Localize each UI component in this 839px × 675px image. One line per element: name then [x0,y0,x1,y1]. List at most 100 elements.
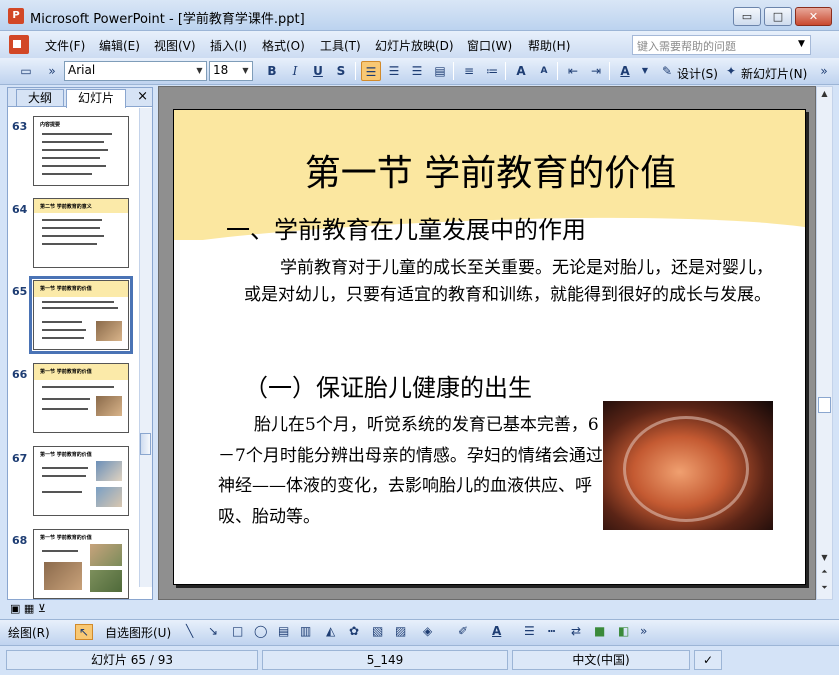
line-style-icon[interactable]: ☰ [524,624,535,638]
chevron-down-icon[interactable]: ▼ [635,61,655,81]
insert-picture-icon[interactable]: ▨ [395,624,406,638]
normal-view-icon[interactable]: ▣ [10,602,20,615]
bold-button[interactable]: B [262,61,282,81]
new-slide-button[interactable]: 新幻灯片(N) [741,65,807,82]
menu-view[interactable]: 视图(V) [154,37,196,54]
maximize-button[interactable]: □ [764,7,792,26]
shadow-style-icon[interactable]: ■ [594,624,605,638]
slide-thumbnail-68[interactable]: 第一节 学前教育的价值 [33,529,129,599]
thumbnail-text [42,219,102,221]
line-icon[interactable]: ╲ [186,624,193,638]
clipart-icon[interactable]: ✿ [349,624,359,638]
3d-style-icon[interactable]: ◧ [618,624,629,638]
justify-icon[interactable]: ▤ [430,61,450,81]
decrease-font-icon[interactable]: A [534,61,554,81]
toolbar-separator [505,62,506,80]
toolbar-options-icon[interactable]: » [42,61,62,81]
slide-subtitle[interactable]: 一、学前教育在儿童发展中的作用 [226,210,586,245]
scroll-down-icon[interactable]: ▼ [817,551,832,565]
thumbnail-scrollbar[interactable] [139,108,152,587]
spelling-check-icon[interactable]: ✓ [694,650,722,670]
help-dropdown-icon[interactable]: ▼ [798,39,805,49]
oval-icon[interactable]: ◯ [254,624,267,638]
font-name-select[interactable]: Arial ▼ [64,61,207,81]
menu-slideshow[interactable]: 幻灯片放映(D) [375,37,454,54]
fetus-image[interactable] [603,401,773,530]
minimize-button[interactable]: ▭ [733,7,761,26]
document-icon[interactable] [9,35,29,54]
align-center-icon[interactable]: ☰ [384,61,404,81]
shadow-button[interactable]: S [331,61,351,81]
decrease-indent-icon[interactable]: ⇤ [563,61,583,81]
toolbar-separator [453,62,454,80]
toolbar-separator [355,62,356,80]
toolbar-options-icon[interactable]: » [640,624,647,638]
textbox-icon[interactable]: ▤ [278,624,289,638]
dash-style-icon[interactable]: ┅ [548,624,555,638]
fill-color-icon[interactable]: ◈ [423,624,432,638]
wordart-icon[interactable]: ▥ [300,624,311,638]
previous-slide-icon[interactable]: ⏶ [817,565,832,579]
slide-thumbnail-66[interactable]: 第一节 学前教育的价值 [33,363,129,433]
slides-panel: 大纲 幻灯片 × 63 内容提要 64 第二节 学前教育的意义 65 第一节 学… [7,87,153,600]
picture-icon[interactable]: ▧ [372,624,383,638]
menu-format[interactable]: 格式(O) [262,37,305,54]
menu-insert[interactable]: 插入(I) [210,37,247,54]
arrow-style-icon[interactable]: ⇄ [571,624,581,638]
arrow-icon[interactable]: ↘ [208,624,218,638]
help-search-input[interactable]: 键入需要帮助的问题 [632,35,811,55]
menu-tools[interactable]: 工具(T) [320,37,361,54]
menu-help[interactable]: 帮助(H) [528,37,570,54]
rectangle-icon[interactable]: □ [232,624,243,638]
font-size-select[interactable]: 18 ▼ [209,61,253,81]
slide-number: 66 [12,368,28,381]
next-slide-icon[interactable]: ⏷ [817,581,832,595]
slide-thumbnail-63[interactable]: 内容提要 [33,116,129,186]
autoshapes-button[interactable]: 自选图形(U) [105,624,171,641]
menu-file[interactable]: 文件(F) [45,37,85,54]
font-color-icon[interactable]: A [492,624,501,638]
toolbar-options-icon[interactable]: » [814,61,834,81]
numbering-icon[interactable]: ≡ [459,61,479,81]
draw-menu-button[interactable]: 绘图(R) [8,624,50,641]
tab-outline[interactable]: 大纲 [16,89,64,107]
current-slide[interactable]: 第一节 学前教育的价值 一、学前教育在儿童发展中的作用 学前教育对于儿童的成长至… [173,109,806,585]
increase-indent-icon[interactable]: ⇥ [586,61,606,81]
slideshow-icon[interactable]: ⊻ [38,602,46,615]
slide-thumbnail-67[interactable]: 第一节 学前教育的价值 [33,446,129,516]
slide-scrollbar[interactable]: ▲ ▼ ⏶ ⏷ [816,86,833,600]
close-icon[interactable]: × [137,89,148,104]
slide-thumbnail-65[interactable]: 第一节 学前教育的价值 [29,276,133,354]
slide-number: 65 [12,285,28,298]
design-icon[interactable]: ✎ [657,61,677,81]
diagram-icon[interactable]: ◭ [326,624,335,638]
close-button[interactable]: ✕ [795,7,832,26]
menu-window[interactable]: 窗口(W) [467,37,512,54]
thumbnail-image [90,570,122,592]
design-button[interactable]: 设计(S) [677,65,718,82]
drawing-toolbar: 绘图(R) ↖ 自选图形(U) ╲ ↘ □ ◯ ▤ ▥ ◭ ✿ ▧ ▨ ◈ ✐ … [0,619,839,645]
tab-slides[interactable]: 幻灯片 [66,89,126,108]
slide-section-heading[interactable]: （一）保证胎儿健康的出生 [244,368,532,403]
slide-paragraph[interactable]: 学前教育对于儿童的成长至关重要。无论是对胎儿，还是对婴儿，或是对幼儿，只要有适宜… [244,255,774,309]
line-color-icon[interactable]: ✐ [458,624,468,638]
slide-body-text[interactable]: 胎儿在5个月，听觉系统的发育已基本完善，6－7个月时能分辨出母亲的情感。孕妇的情… [218,410,608,532]
font-color-icon[interactable]: A [615,61,635,81]
scroll-up-icon[interactable]: ▲ [817,87,832,101]
select-pointer-icon[interactable]: ↖ [75,624,94,640]
scrollbar-thumb[interactable] [818,397,831,413]
menu-edit[interactable]: 编辑(E) [99,37,140,54]
scrollbar-thumb[interactable] [140,433,151,455]
slide-sorter-icon[interactable]: ▦ [24,602,34,615]
bullets-icon[interactable]: ≔ [482,61,502,81]
align-left-icon[interactable]: ☰ [361,61,381,81]
slide-number: 68 [12,534,28,547]
align-right-icon[interactable]: ☰ [407,61,427,81]
new-document-icon[interactable]: ▭ [16,61,36,81]
increase-font-icon[interactable]: A [511,61,531,81]
slide-thumbnail-64[interactable]: 第二节 学前教育的意义 [33,198,129,268]
italic-button[interactable]: I [285,61,305,81]
underline-button[interactable]: U [308,61,328,81]
slide-title[interactable]: 第一节 学前教育的价值 [174,144,805,196]
new-slide-icon[interactable]: ✦ [721,61,741,81]
